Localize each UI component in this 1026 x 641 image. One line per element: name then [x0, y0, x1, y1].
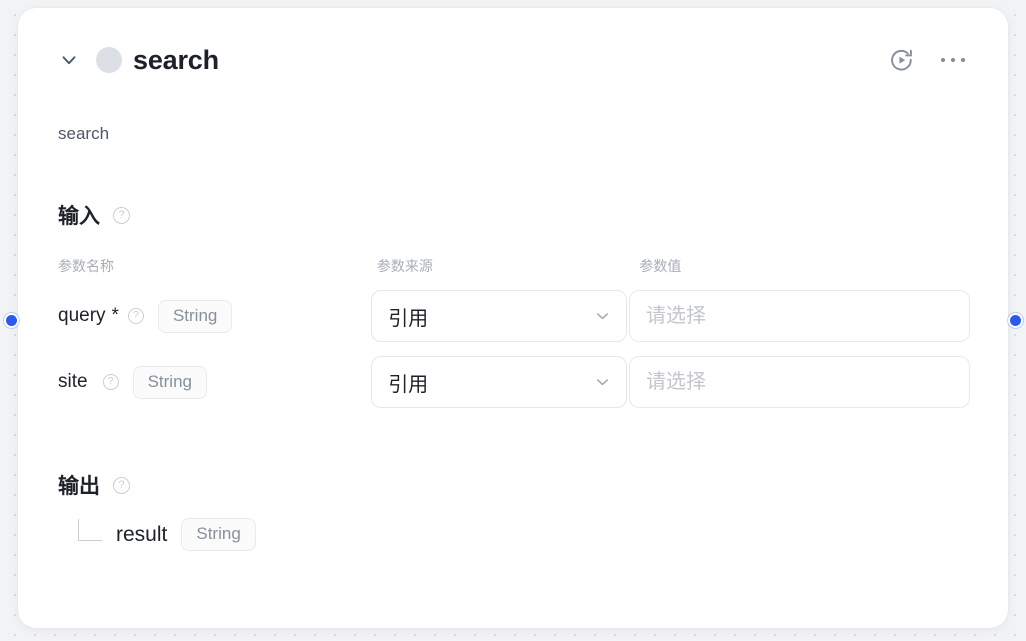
input-column-headers: 参数名称 参数来源 参数值 — [58, 256, 970, 276]
required-marker: * — [111, 305, 119, 326]
param-source-cell: 引用 — [371, 290, 629, 342]
param-row-site: site ? String 引用 — [58, 356, 970, 408]
node-header: search — [56, 8, 970, 94]
param-type-badge: String — [157, 299, 233, 333]
column-header-param-value: 参数值 — [639, 258, 682, 274]
param-source-cell: 引用 — [371, 356, 629, 408]
more-horizontal-icon[interactable] — [936, 43, 970, 77]
param-row-query: query * ? String 引用 — [58, 290, 970, 342]
input-connection-port[interactable] — [4, 313, 19, 328]
chevron-down-icon — [593, 307, 612, 326]
param-value-cell — [629, 290, 970, 342]
node-description: search — [58, 124, 110, 143]
output-name-label: result — [116, 522, 168, 546]
param-name-cell: site ? String — [58, 365, 371, 399]
help-icon[interactable]: ? — [113, 476, 130, 494]
param-source-select[interactable]: 引用 — [371, 290, 628, 342]
param-value-input[interactable] — [629, 290, 970, 342]
tree-branch-icon — [78, 519, 102, 541]
help-icon[interactable]: ? — [102, 374, 119, 390]
input-section-heading: 输入 ? — [58, 200, 970, 230]
column-header-param-name: 参数名称 — [58, 258, 114, 274]
param-source-value: 引用 — [388, 373, 429, 396]
param-name-cell: query * ? String — [58, 299, 371, 333]
param-value-cell — [629, 356, 970, 408]
output-connection-port[interactable] — [1008, 313, 1023, 328]
chevron-down-icon[interactable] — [56, 47, 82, 73]
param-name-label: query — [58, 305, 106, 326]
param-source-select[interactable]: 引用 — [371, 356, 628, 408]
param-value-input[interactable] — [629, 356, 970, 408]
input-section-title: 输入 — [58, 205, 100, 228]
run-play-circle-icon[interactable] — [884, 43, 918, 77]
param-name-label: site — [58, 371, 88, 392]
node-avatar — [96, 47, 122, 73]
output-row-result: result String — [78, 518, 970, 551]
param-type-badge: String — [132, 365, 207, 399]
output-type-badge: String — [181, 518, 256, 551]
output-section-title: 输出 — [58, 475, 100, 498]
help-icon[interactable]: ? — [113, 206, 130, 224]
help-icon[interactable]: ? — [127, 308, 144, 324]
node-title: search — [133, 44, 219, 75]
column-header-param-source: 参数来源 — [376, 258, 433, 274]
search-node-card[interactable]: search search 输入 ? 参数名称 参数来源 参数值 query *… — [18, 8, 1008, 628]
param-source-value: 引用 — [388, 307, 429, 330]
output-section-heading: 输出 ? — [58, 470, 970, 500]
chevron-down-icon — [593, 373, 612, 392]
